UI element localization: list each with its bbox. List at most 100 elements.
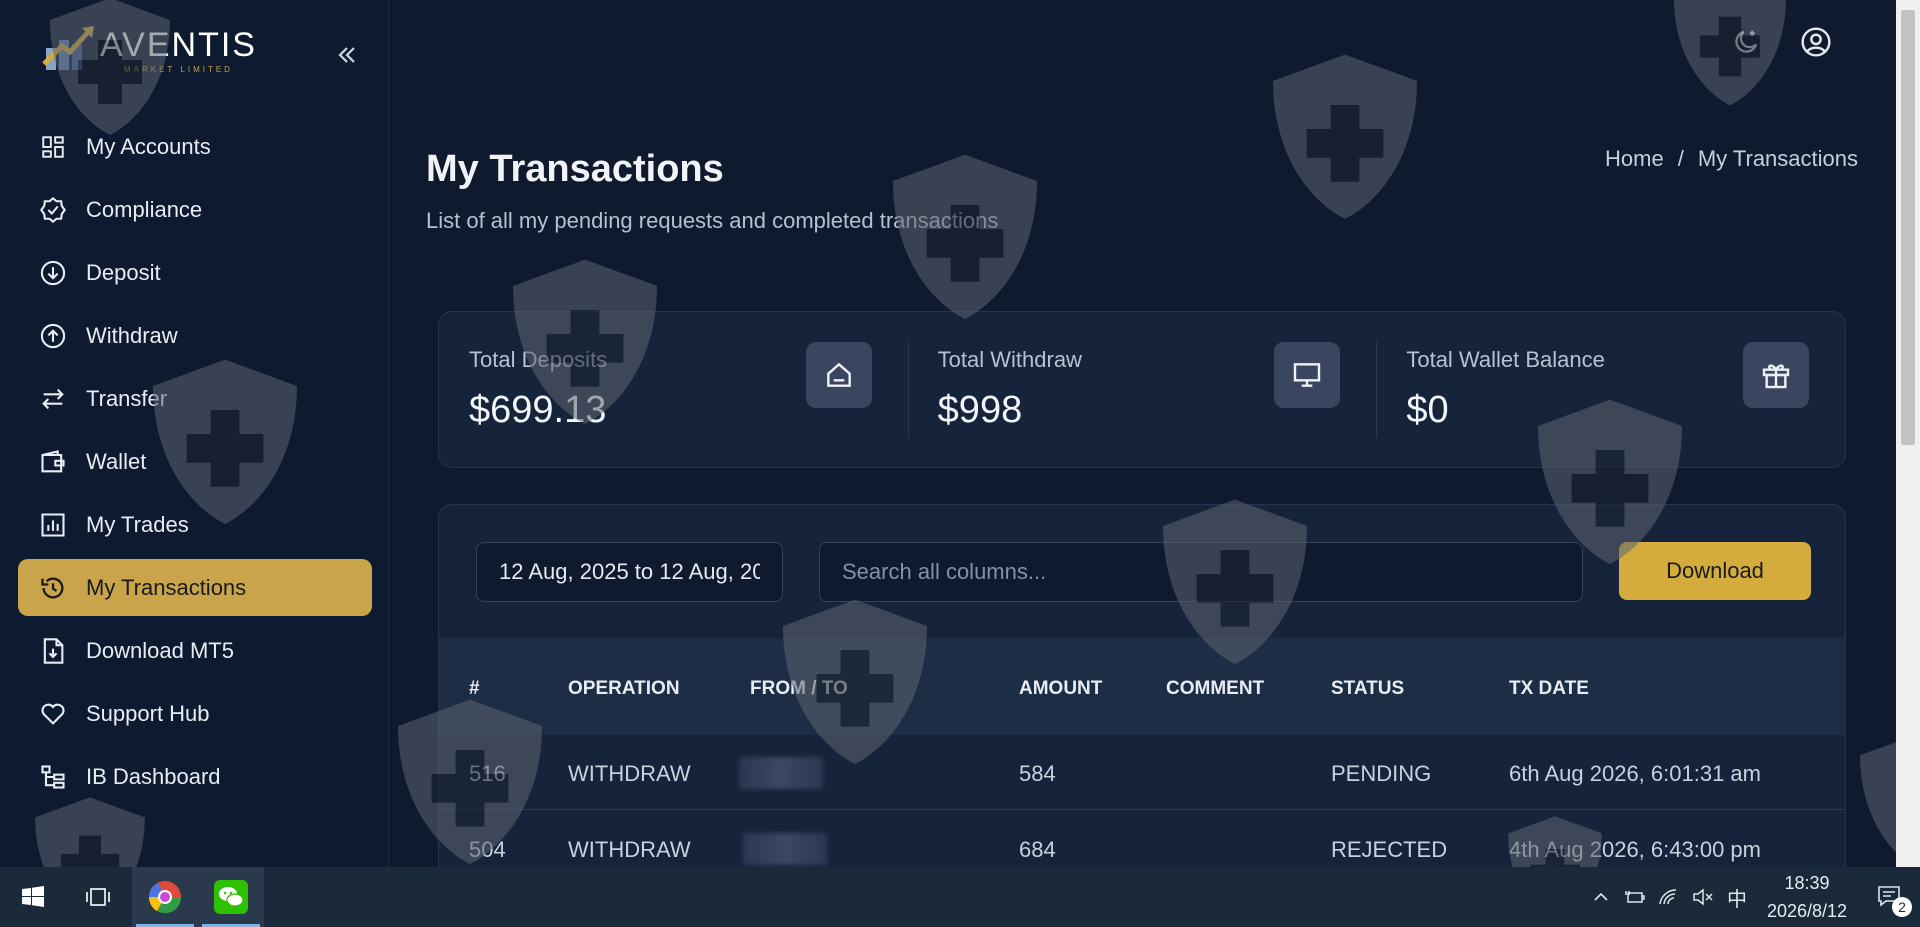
column-header[interactable]: FROM / TO xyxy=(750,678,848,700)
stats-summary: Total Deposits $699.13 Total Withdraw $9… xyxy=(438,311,1846,468)
sidebar-item-ib-dashboard[interactable]: IB Dashboard xyxy=(18,748,372,805)
sidebar-item-label: IB Dashboard xyxy=(86,763,221,789)
sidebar-item-my-trades[interactable]: My Trades xyxy=(18,496,372,553)
sidebar-item-label: Deposit xyxy=(86,259,161,285)
bar-chart-icon xyxy=(38,510,68,540)
sidebar-item-label: Withdraw xyxy=(86,322,178,348)
user-profile-button[interactable] xyxy=(1798,24,1834,60)
breadcrumb: Home / My Transactions xyxy=(1605,146,1858,172)
taskbar-clock[interactable]: 18:39 2026/8/12 xyxy=(1754,869,1860,925)
sidebar-nav: My Accounts Compliance Deposit Withdraw … xyxy=(18,118,372,811)
brand-logo[interactable]: AVENTIS MARKET LIMITED xyxy=(40,24,257,76)
breadcrumb-home-link[interactable]: Home xyxy=(1605,146,1664,172)
input-method-indicator[interactable]: 中 xyxy=(1720,867,1754,927)
sidebar-item-label: Compliance xyxy=(86,196,203,222)
start-button[interactable] xyxy=(0,867,66,927)
hierarchy-icon xyxy=(38,762,68,792)
monitor-icon xyxy=(1274,342,1341,408)
cell-status: PENDING xyxy=(1331,761,1432,786)
scrollbar-thumb[interactable] xyxy=(1901,10,1915,445)
date-range-input[interactable] xyxy=(476,542,783,602)
moon-stars-icon xyxy=(1735,30,1758,53)
cell-amount: 684 xyxy=(1019,837,1056,862)
table-row[interactable]: 516 WITHDRAW 584 PENDING 6th Aug 2026, 6… xyxy=(439,735,1845,810)
windows-logo-icon xyxy=(22,886,44,907)
cell-from-to-redacted xyxy=(743,833,827,865)
sidebar-item-label: Wallet xyxy=(86,448,147,474)
cell-operation: WITHDRAW xyxy=(568,761,691,786)
arrow-up-circle-icon xyxy=(38,321,68,351)
sidebar-item-deposit[interactable]: Deposit xyxy=(18,244,372,301)
breadcrumb-separator: / xyxy=(1677,146,1684,171)
arrow-down-circle-icon xyxy=(38,258,68,288)
gift-icon xyxy=(1743,342,1810,408)
theme-toggle-button[interactable] xyxy=(1728,24,1764,60)
wechat-icon xyxy=(214,880,248,914)
sidebar-item-label: Support Hub xyxy=(86,700,210,726)
sidebar-item-label: My Trades xyxy=(86,511,189,537)
sidebar-item-transfer[interactable]: Transfer xyxy=(18,370,372,427)
heart-icon xyxy=(38,699,68,729)
sidebar-item-label: My Accounts xyxy=(86,133,211,159)
brand-name: AVENTIS xyxy=(100,26,257,64)
transfer-arrows-icon xyxy=(38,384,68,414)
download-button[interactable]: Download xyxy=(1619,542,1811,600)
cell-amount: 584 xyxy=(1019,761,1056,786)
sidebar-item-label: Download MT5 xyxy=(86,637,234,663)
brand-tagline: MARKET LIMITED xyxy=(123,65,233,74)
clock-time: 18:39 xyxy=(1784,873,1830,893)
grid-icon xyxy=(38,132,68,162)
os-taskbar: 中 18:39 2026/8/12 2 xyxy=(0,867,1920,927)
history-icon xyxy=(38,573,68,603)
column-header[interactable]: OPERATION xyxy=(568,678,680,700)
user-circle-icon xyxy=(1801,27,1831,57)
sidebar-item-my-transactions[interactable]: My Transactions xyxy=(18,559,372,616)
watermark-shield-icon xyxy=(893,154,1037,319)
task-view-icon xyxy=(86,888,110,906)
sidebar-item-label: Transfer xyxy=(86,385,168,411)
column-header[interactable]: AMOUNT xyxy=(1019,678,1102,700)
column-header[interactable]: STATUS xyxy=(1331,678,1404,700)
task-view-button[interactable] xyxy=(66,867,132,927)
system-tray: 中 18:39 2026/8/12 2 xyxy=(1584,867,1920,927)
page-subtitle: List of all my pending requests and comp… xyxy=(426,208,999,233)
table-header: # OPERATION FROM / TO AMOUNT COMMENT STA… xyxy=(439,638,1845,735)
sidebar-item-my-accounts[interactable]: My Accounts xyxy=(18,118,372,175)
sidebar: AVENTIS MARKET LIMITED My Accounts Compl… xyxy=(0,0,389,867)
cell-date: 6th Aug 2026, 6:01:31 am xyxy=(1509,761,1761,786)
column-header[interactable]: # xyxy=(469,678,480,700)
sidebar-item-compliance[interactable]: Compliance xyxy=(18,181,372,238)
cell-id: 504 xyxy=(469,837,506,862)
download-file-icon xyxy=(38,636,68,666)
chevron-up-icon[interactable] xyxy=(1584,867,1618,927)
chrome-browser-icon xyxy=(148,881,182,914)
stat-total-deposits: Total Deposits $699.13 xyxy=(439,312,908,467)
cell-status: REJECTED xyxy=(1331,837,1448,862)
volume-muted-icon[interactable] xyxy=(1686,867,1720,927)
breadcrumb-current: My Transactions xyxy=(1697,146,1858,171)
sidebar-collapse-button[interactable] xyxy=(332,40,362,70)
taskbar-chrome-button[interactable] xyxy=(132,867,198,927)
cell-date: 4th Aug 2026, 6:43:00 pm xyxy=(1509,837,1761,862)
transactions-panel: Download # OPERATION FROM / TO AMOUNT CO… xyxy=(438,504,1846,904)
clock-date: 2026/8/12 xyxy=(1766,901,1848,921)
notification-center-button[interactable]: 2 xyxy=(1860,867,1920,927)
sidebar-item-download-mt5[interactable]: Download MT5 xyxy=(18,622,372,679)
cell-id: 516 xyxy=(469,761,506,786)
wallet-icon xyxy=(38,447,68,477)
sidebar-item-support-hub[interactable]: Support Hub xyxy=(18,685,372,742)
taskbar-wechat-button[interactable] xyxy=(198,867,264,927)
home-icon xyxy=(805,342,872,408)
sidebar-item-label: My Transactions xyxy=(86,574,247,600)
page-scrollbar[interactable] xyxy=(1896,0,1920,867)
search-input[interactable] xyxy=(819,542,1583,602)
sidebar-item-wallet[interactable]: Wallet xyxy=(18,433,372,490)
stat-total-wallet-balance: Total Wallet Balance $0 xyxy=(1376,312,1845,467)
column-header[interactable]: COMMENT xyxy=(1166,678,1264,700)
battery-plug-icon[interactable] xyxy=(1618,867,1652,927)
logo-mark-icon xyxy=(40,24,96,76)
wifi-icon[interactable] xyxy=(1652,867,1686,927)
notification-count-badge: 2 xyxy=(1892,897,1912,917)
column-header[interactable]: TX DATE xyxy=(1509,678,1589,700)
sidebar-item-withdraw[interactable]: Withdraw xyxy=(18,307,372,364)
